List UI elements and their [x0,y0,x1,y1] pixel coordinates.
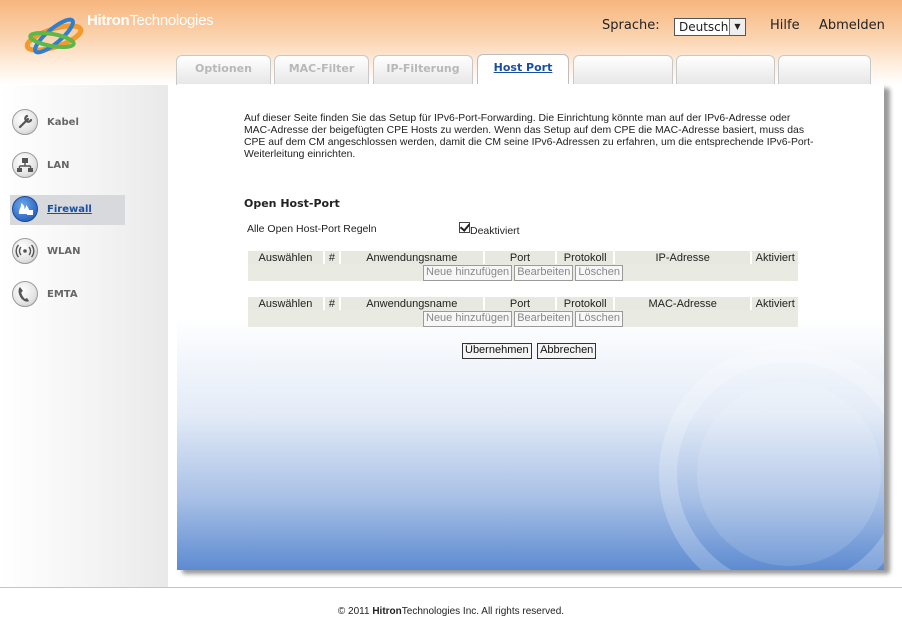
logout-link[interactable]: Abmelden [819,18,885,33]
watermark-disc [697,382,881,566]
sidebar-item-label: Kabel [47,117,79,128]
sidebar-item-lan[interactable]: LAN [10,151,125,181]
form-buttons: Übernehmen Abbrechen [461,343,597,359]
sidebar-item-label: Firewall [47,204,92,215]
sidebar-item-firewall[interactable]: Firewall [10,195,125,225]
tab-mac-filter[interactable]: MAC-Filter [274,55,369,85]
footer-company-light: Technologies [401,606,461,617]
table-header-row: Auswählen # Anwendungsname Port Protokol… [248,251,798,264]
col-header: Protokoll [557,251,613,264]
footer-divider [0,587,902,588]
language-label: Sprache: [602,18,660,33]
sidebar-item-label: WLAN [47,246,81,257]
col-header: IP-Adresse [614,251,751,264]
tab-empty-1[interactable] [573,55,673,85]
col-header: Aktiviert [752,297,798,310]
col-header: Anwendungsname [340,297,483,310]
all-rules-label: Alle Open Host-Port Regeln [247,223,377,235]
firewall-icon [12,196,38,222]
disabled-checkbox[interactable] [459,222,470,233]
phone-icon [12,281,38,307]
section-title: Open Host-Port [244,197,340,210]
col-header: # [324,297,339,310]
logo-text-light: Technologies [129,12,214,29]
tab-empty-2[interactable] [676,55,775,85]
col-header: Anwendungsname [340,251,483,264]
apply-button[interactable]: Übernehmen [462,343,532,359]
wrench-icon [12,109,38,135]
footer-company-bold: Hitron [372,606,402,617]
col-header: Auswählen [248,251,323,264]
cancel-button[interactable]: Abbrechen [537,343,597,359]
edit-rule-button[interactable]: Bearbeiten [514,310,574,327]
logo-text: HitronTechnologies [87,12,214,29]
chevron-down-icon[interactable]: ▼ [729,19,745,35]
disabled-label: Deaktiviert [470,225,520,237]
ip-rules-table: Auswählen # Anwendungsname Port Protokol… [246,251,800,281]
sidebar-item-wlan[interactable]: WLAN [10,237,125,267]
table-action-row: Neue hinzufügen Bearbeiten Löschen [248,310,798,327]
tab-host-port[interactable]: Host Port [477,54,569,86]
col-header: MAC-Adresse [614,297,751,310]
col-header: # [324,251,339,264]
sidebar-item-label: EMTA [47,289,78,300]
sidebar-item-kabel[interactable]: Kabel [10,108,125,138]
col-header: Port [484,251,556,264]
wireless-icon [12,238,38,264]
add-rule-button[interactable]: Neue hinzufügen [423,310,513,327]
delete-rule-button[interactable]: Löschen [575,264,623,281]
col-header: Port [484,297,556,310]
sidebar-item-emta[interactable]: EMTA [10,280,125,310]
table-actions: Neue hinzufügen Bearbeiten Löschen [248,264,798,281]
table-action-row: Neue hinzufügen Bearbeiten Löschen [248,264,798,281]
sidebar: Kabel LAN Firewall WLAN EMTA [0,85,168,587]
add-rule-button[interactable]: Neue hinzufügen [423,264,513,281]
help-link[interactable]: Hilfe [770,18,800,33]
language-value: Deutsch [679,20,729,34]
table-header-row: Auswählen # Anwendungsname Port Protokol… [248,297,798,310]
tab-ip-filterung[interactable]: IP-Filterung [373,55,473,85]
footer: © 2011 HitronTechnologies Inc. All right… [0,606,902,617]
language-select[interactable]: Deutsch ▼ [674,18,746,36]
main-panel: Auf dieser Seite finden Sie das Setup fü… [177,84,884,570]
delete-rule-button[interactable]: Löschen [575,310,623,327]
logo-text-bold: Hitron [87,12,130,29]
footer-suffix: Inc. All rights reserved. [460,606,565,617]
intro-text: Auf dieser Seite finden Sie das Setup fü… [244,113,814,160]
col-header: Auswählen [248,297,323,310]
sidebar-item-label: LAN [47,160,70,171]
footer-prefix: © 2011 [337,606,373,617]
edit-rule-button[interactable]: Bearbeiten [514,264,574,281]
network-icon [12,152,38,178]
col-header: Protokoll [557,297,613,310]
col-header: Aktiviert [752,251,798,264]
tab-empty-3[interactable] [778,55,871,85]
table-actions: Neue hinzufügen Bearbeiten Löschen [248,310,798,327]
tab-optionen[interactable]: Optionen [176,55,271,85]
mac-rules-table: Auswählen # Anwendungsname Port Protokol… [246,297,800,327]
